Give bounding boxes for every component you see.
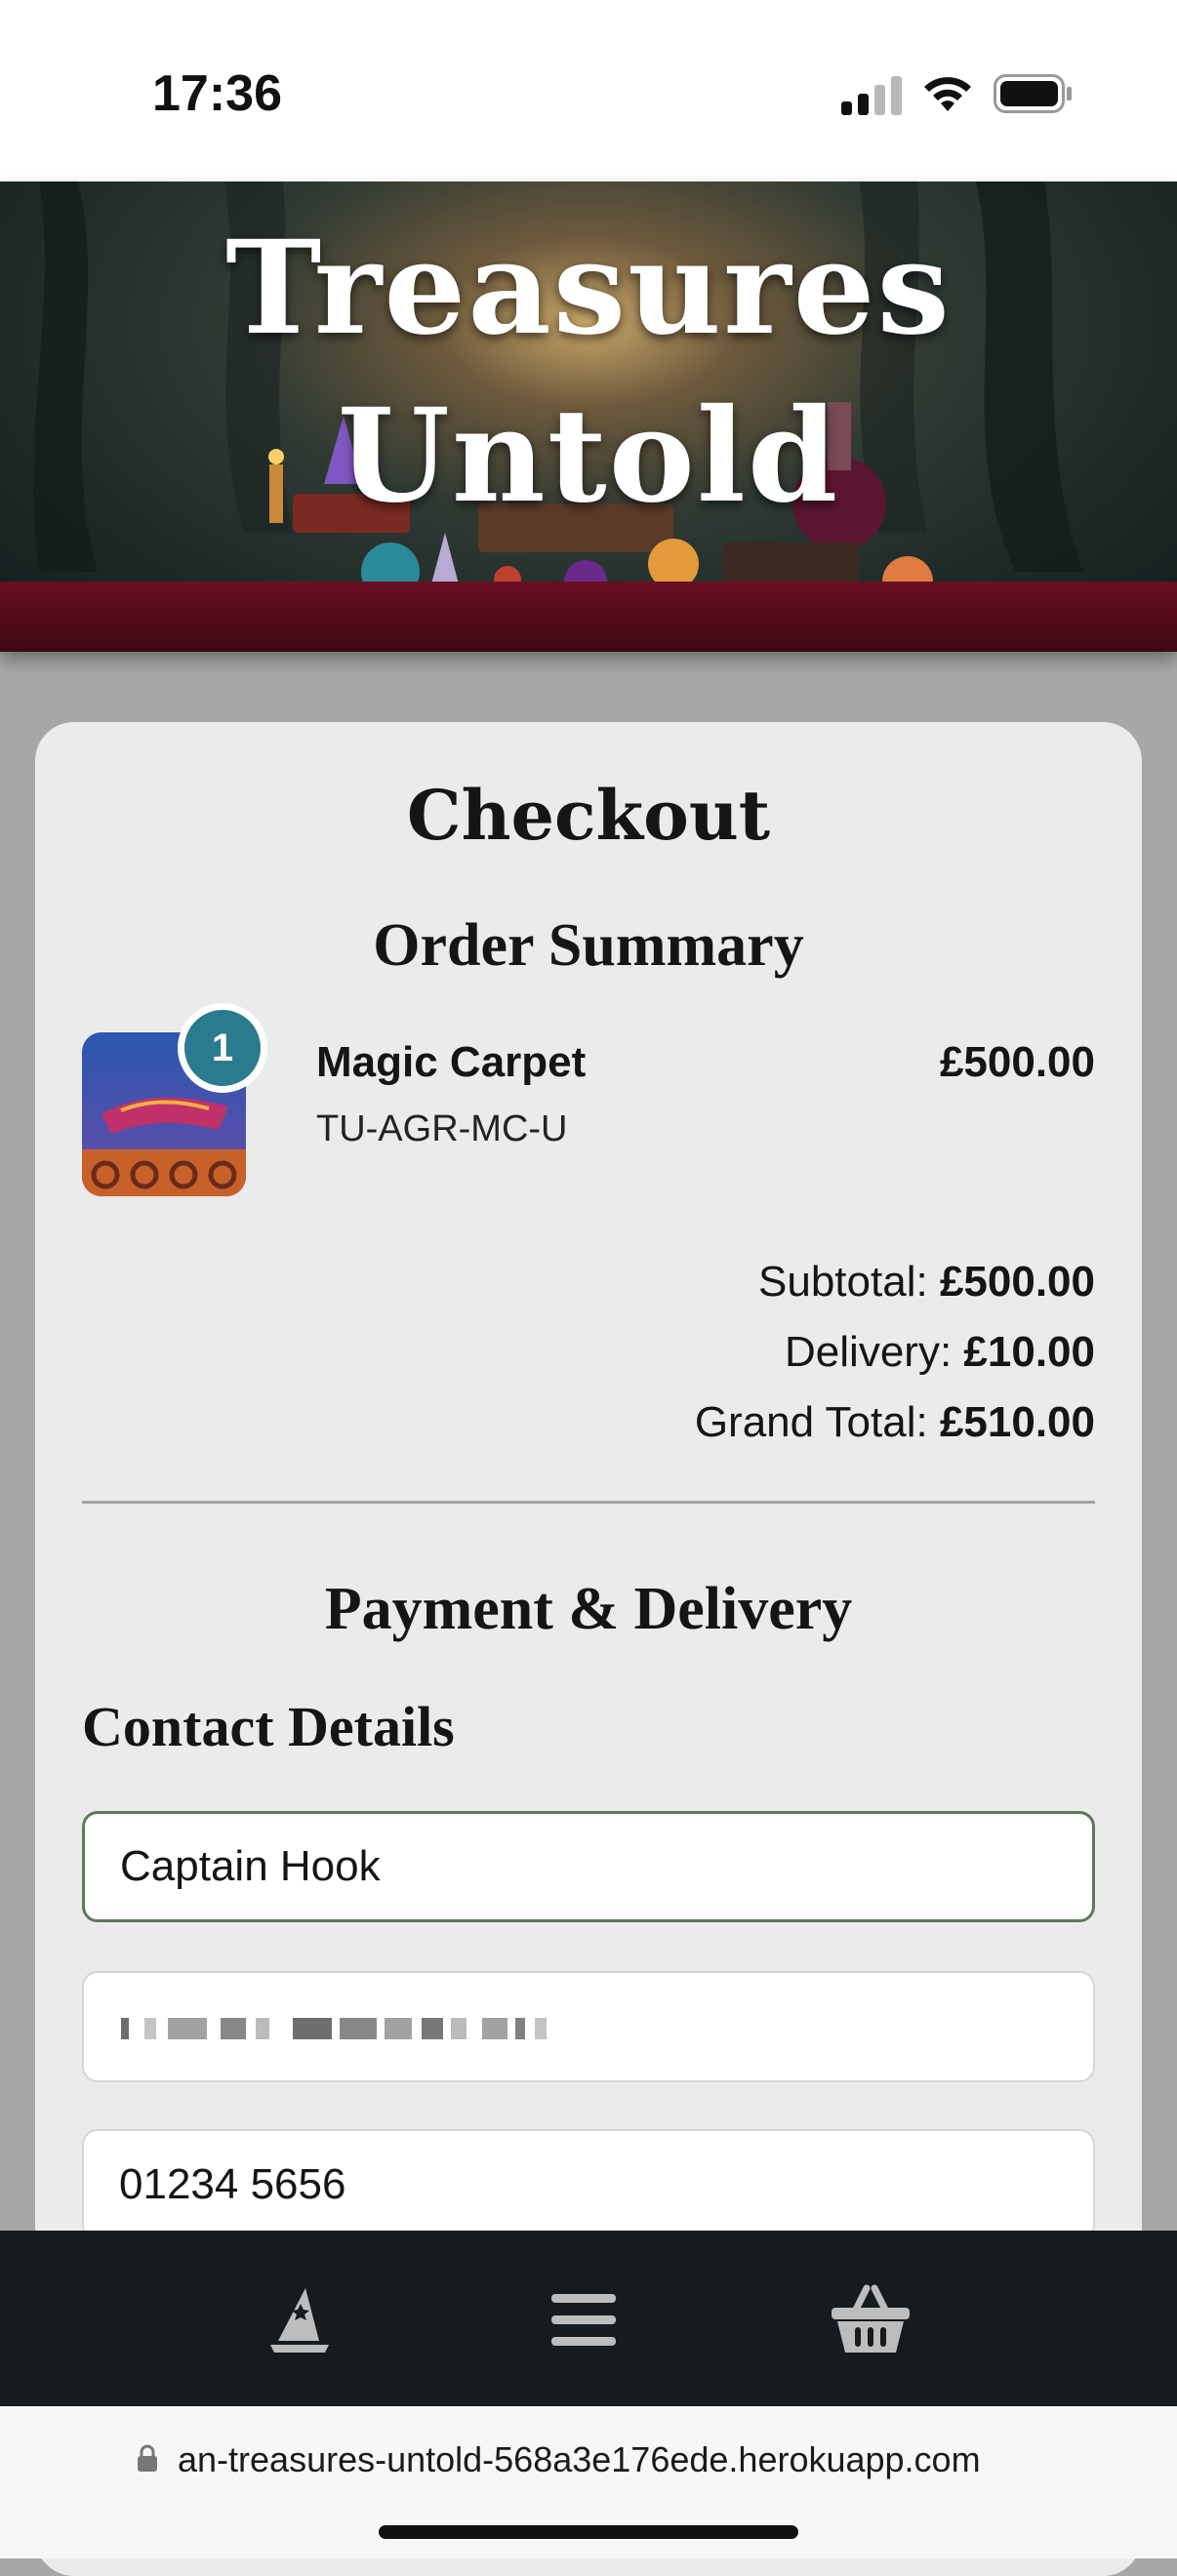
menu-nav-button[interactable] xyxy=(540,2275,628,2363)
site-title-line2: Untold xyxy=(337,381,840,532)
email-input[interactable] xyxy=(82,1971,1095,2082)
redacted-text xyxy=(482,2018,507,2039)
bottom-navigation xyxy=(0,2231,1177,2406)
hero-table-surface xyxy=(0,582,1177,652)
basket-nav-button[interactable] xyxy=(827,2275,914,2363)
redacted-text xyxy=(515,2018,525,2039)
redacted-text xyxy=(293,2018,332,2039)
product-name: Magic Carpet xyxy=(316,1038,587,1086)
delivery-value: £10.00 xyxy=(963,1328,1095,1376)
order-totals: Subtotal: £500.00 Delivery: £10.00 Grand… xyxy=(695,1247,1095,1458)
wizard-hat-icon xyxy=(270,2288,329,2353)
delivery-row: Delivery: £10.00 xyxy=(695,1317,1095,1388)
payment-delivery-heading: Payment & Delivery xyxy=(324,1576,853,1642)
delivery-label: Delivery: xyxy=(785,1328,953,1376)
quantity-badge: 1 xyxy=(178,1003,267,1093)
basket-icon xyxy=(832,2284,910,2353)
product-sku: TU-AGR-MC-U xyxy=(316,1108,568,1149)
url-text[interactable]: an-treasures-untold-568a3e176ede.herokua… xyxy=(178,2439,981,2480)
grand-total-row: Grand Total: £510.00 xyxy=(695,1388,1095,1458)
page-title: Checkout xyxy=(406,775,771,856)
redacted-text xyxy=(256,2018,269,2039)
section-divider xyxy=(82,1501,1095,1504)
redacted-text xyxy=(385,2018,412,2039)
browser-address-bar[interactable]: an-treasures-untold-568a3e176ede.herokua… xyxy=(0,2406,1177,2558)
menu-icon xyxy=(551,2294,616,2346)
redacted-text xyxy=(340,2018,377,2039)
phone-input[interactable] xyxy=(82,2129,1095,2240)
grand-total-label: Grand Total: xyxy=(694,1398,928,1446)
redacted-text xyxy=(221,2018,246,2039)
hero-banner: Treasures Untold xyxy=(0,181,1177,652)
home-nav-button[interactable] xyxy=(256,2275,344,2363)
contact-details-heading: Contact Details xyxy=(82,1695,455,1758)
redacted-text xyxy=(422,2018,443,2039)
redacted-text xyxy=(168,2018,207,2039)
subtotal-row: Subtotal: £500.00 xyxy=(695,1247,1095,1317)
full-name-input[interactable] xyxy=(82,1811,1095,1922)
redacted-text xyxy=(144,2018,156,2039)
site-title-line1: Treasures xyxy=(225,213,952,364)
site-title[interactable]: Treasures Untold xyxy=(0,205,1177,541)
wifi-icon xyxy=(924,77,971,111)
cellular-signal-icon xyxy=(841,76,902,115)
redacted-text xyxy=(535,2018,547,2039)
subtotal-value: £500.00 xyxy=(939,1258,1095,1306)
battery-icon xyxy=(994,74,1072,113)
redacted-text xyxy=(451,2018,467,2039)
subtotal-label: Subtotal: xyxy=(758,1258,928,1306)
grand-total-value: £510.00 xyxy=(939,1398,1095,1446)
home-indicator[interactable] xyxy=(379,2525,798,2539)
product-price: £500.00 xyxy=(939,1038,1095,1086)
status-time: 17:36 xyxy=(152,65,282,122)
order-summary-heading: Order Summary xyxy=(373,912,804,979)
lock-icon xyxy=(138,2444,157,2472)
redacted-text xyxy=(121,2018,129,2039)
status-bar: 17:36 xyxy=(0,0,1177,181)
